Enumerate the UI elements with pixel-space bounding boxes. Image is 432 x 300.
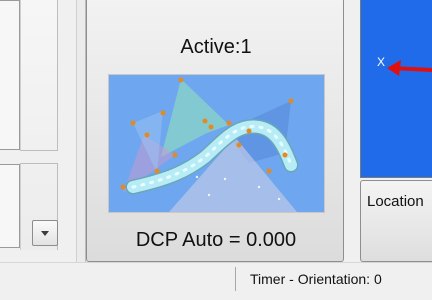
active-count-label: Active:1 (180, 36, 252, 58)
spline-preview-graphic (109, 75, 324, 212)
location-button[interactable]: Location (360, 180, 432, 262)
dcp-value-label: DCP Auto = 0.000 (135, 229, 297, 251)
status-timer-text: Timer - Orientation: 0 (250, 271, 382, 287)
dcp-active-button[interactable]: Active:1 DCP Auto = 0.000 (86, 0, 344, 262)
scroll-down-button[interactable] (32, 220, 58, 246)
dcp-preview-image (108, 74, 325, 213)
status-pane-empty (0, 267, 236, 291)
orientation-viewport[interactable]: X (360, 0, 432, 178)
left-list-panel (0, 0, 86, 262)
axis-x-label: X (377, 55, 385, 69)
chevron-down-icon (41, 231, 49, 236)
panel-separator[interactable] (76, 0, 86, 262)
list-scrollbar[interactable] (20, 0, 58, 250)
list-divider (20, 150, 58, 164)
axis-gizmo: X (377, 55, 432, 76)
list-box-bottom[interactable] (0, 164, 20, 248)
red-arrow-head (387, 60, 401, 76)
list-box-top[interactable] (0, 0, 20, 150)
location-label: Location (367, 193, 424, 210)
status-bar: Timer - Orientation: 0 (0, 262, 432, 300)
